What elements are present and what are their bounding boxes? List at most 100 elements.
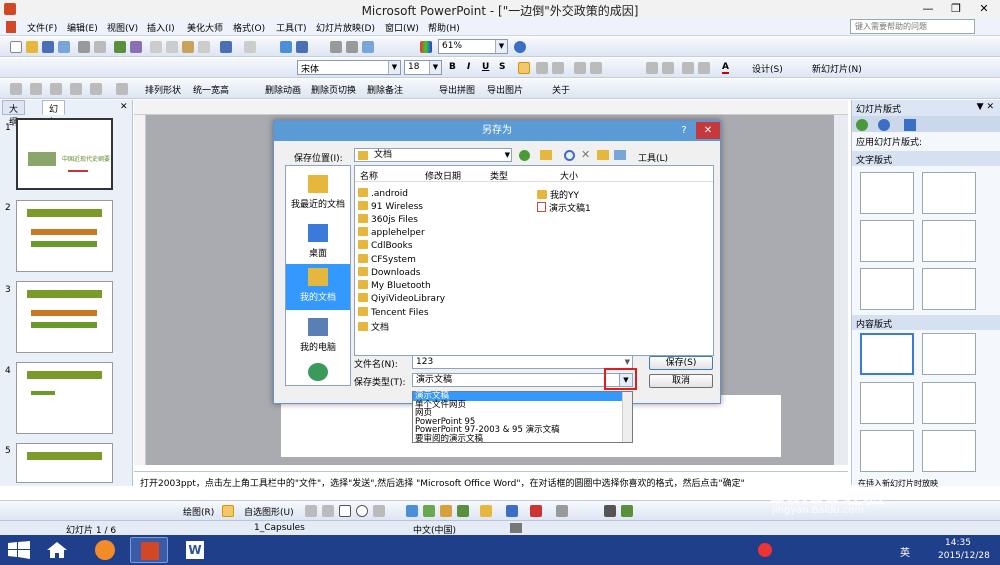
delete-icon[interactable]: ✕	[581, 148, 590, 161]
tools-menu[interactable]: 工具(L)	[638, 151, 668, 164]
ie-home-icon[interactable]	[46, 541, 68, 559]
underline-button[interactable]: U	[482, 62, 489, 72]
undo-icon[interactable]	[220, 41, 232, 53]
addin-icon-3[interactable]	[50, 83, 62, 95]
textbox-icon[interactable]	[373, 505, 385, 517]
doc-icon[interactable]	[6, 21, 16, 33]
italic-button[interactable]: I	[467, 62, 470, 72]
spelling-icon[interactable]	[114, 41, 126, 53]
list-item[interactable]: 我的YY	[537, 188, 579, 201]
decrease-indent-icon[interactable]	[682, 62, 694, 74]
picture-icon[interactable]	[457, 505, 469, 517]
layout-vertical-two[interactable]	[922, 268, 976, 310]
taskbar-app-powerpoint[interactable]	[130, 537, 168, 563]
font-select[interactable]: 宋体 ▼	[297, 60, 401, 75]
layout-title-only[interactable]	[860, 172, 914, 214]
font-color-button[interactable]: A	[722, 62, 729, 74]
filetype-option[interactable]: 要审阅的演示文稿	[413, 435, 632, 444]
print-icon[interactable]	[78, 41, 90, 53]
shadow-button[interactable]: S	[499, 62, 505, 72]
list-item[interactable]: 文档	[358, 320, 389, 333]
align-center-icon[interactable]	[536, 62, 548, 74]
slide-thumbnail[interactable]: 中国近现代史纲要	[16, 118, 113, 190]
delete-animation-button[interactable]: 删除动画	[265, 83, 301, 96]
vertical-scrollbar[interactable]	[834, 115, 848, 465]
slide-thumbnail[interactable]	[16, 443, 113, 483]
new-icon[interactable]	[10, 41, 22, 53]
align-left-icon[interactable]	[518, 62, 530, 74]
line-style-icon[interactable]	[556, 505, 568, 517]
list-item[interactable]: My Bluetooth	[358, 280, 431, 291]
list-item[interactable]: CdlBooks	[358, 240, 413, 251]
restore-button[interactable]: ❐	[942, 0, 970, 18]
place-my-computer[interactable]: 我的电脑	[286, 314, 350, 358]
about-button[interactable]: 关于	[552, 83, 570, 96]
filetype-option[interactable]: 单个文件网页	[413, 400, 632, 410]
addin-icon-1[interactable]	[10, 83, 22, 95]
search-web-icon[interactable]	[564, 150, 575, 161]
close-window-button[interactable]: ✕	[970, 0, 998, 18]
forward-icon[interactable]	[878, 119, 890, 131]
dropdown-scrollbar[interactable]	[622, 392, 632, 442]
help-search-input[interactable]: 键入需要帮助的问题	[850, 19, 975, 34]
cut-icon[interactable]	[150, 41, 162, 53]
increase-indent-icon[interactable]	[698, 62, 710, 74]
list-item[interactable]: Tencent Files	[358, 307, 429, 318]
layout-two-content[interactable]	[922, 382, 976, 424]
list-item[interactable]: 演示文稿1	[537, 201, 591, 214]
expand-icon[interactable]	[330, 41, 342, 53]
menu-insert[interactable]: 插入(I)	[147, 21, 175, 34]
zoom-select[interactable]: 61% ▼	[438, 39, 508, 54]
file-list[interactable]: 名称 修改日期 类型 大小 .android 91 Wireless 360js…	[354, 165, 714, 356]
taskbar-app-browser[interactable]	[86, 537, 124, 563]
line-icon[interactable]	[305, 505, 317, 517]
list-item[interactable]: QiyiVideoLibrary	[358, 293, 445, 304]
cancel-button[interactable]: 取消	[649, 374, 713, 388]
layout-bulleted[interactable]	[860, 220, 914, 262]
new-slide-button[interactable]: 新幻灯片(N)	[812, 62, 862, 75]
filename-field[interactable]: 123 ▼	[412, 355, 633, 369]
format-painter-icon[interactable]	[198, 41, 210, 53]
wordart-icon[interactable]	[406, 505, 418, 517]
addin-icon-4[interactable]	[70, 83, 82, 95]
font-size-select[interactable]: 18 ▼	[404, 60, 442, 75]
addin-icon-5[interactable]	[90, 83, 102, 95]
menu-window[interactable]: 窗口(W)	[385, 21, 419, 34]
font-color-icon[interactable]	[530, 505, 542, 517]
views-icon[interactable]	[614, 150, 626, 160]
layout-title-text[interactable]	[922, 172, 976, 214]
delete-transition-button[interactable]: 删除页切换	[311, 83, 356, 96]
menu-file[interactable]: 文件(F)	[27, 21, 57, 34]
place-network[interactable]	[286, 359, 350, 385]
grid-icon[interactable]	[362, 41, 374, 53]
place-my-documents[interactable]: 我的文档	[286, 264, 350, 310]
layout-blank[interactable]	[860, 333, 914, 375]
place-recent[interactable]: 我最近的文档	[286, 171, 350, 215]
chart-icon[interactable]	[280, 41, 292, 53]
rectangle-icon[interactable]	[339, 505, 351, 517]
list-item[interactable]: 91 Wireless	[358, 201, 423, 212]
save-button[interactable]: 保存(S)	[649, 356, 713, 370]
open-icon[interactable]	[26, 41, 38, 53]
draw-menu-button[interactable]: 绘图(R)	[183, 505, 214, 518]
export-image-button[interactable]: 导出图片	[487, 83, 523, 96]
help-icon[interactable]	[514, 41, 526, 53]
layout-two-column[interactable]	[922, 220, 976, 262]
numbering-icon[interactable]	[574, 62, 586, 74]
minimize-button[interactable]: —	[914, 0, 942, 18]
taskbar-app-word[interactable]: W	[176, 537, 214, 563]
3d-style-icon[interactable]	[621, 505, 633, 517]
dialog-close-button[interactable]: ✕	[696, 122, 720, 139]
fill-color-icon[interactable]	[480, 505, 492, 517]
layout-title-content[interactable]	[860, 382, 914, 424]
copy-icon[interactable]	[166, 41, 178, 53]
uniform-size-button[interactable]: 统一宽高	[193, 83, 229, 96]
redo-icon[interactable]	[244, 41, 256, 53]
list-item[interactable]: Downloads	[358, 267, 420, 278]
list-item[interactable]: 360js Files	[358, 214, 418, 225]
autoshapes-button[interactable]: 自选图形(U)	[244, 505, 294, 518]
home-icon[interactable]	[904, 119, 916, 131]
back-icon[interactable]	[856, 119, 868, 131]
addin-icon-6[interactable]	[116, 83, 128, 95]
place-desktop[interactable]: 桌面	[286, 220, 350, 264]
